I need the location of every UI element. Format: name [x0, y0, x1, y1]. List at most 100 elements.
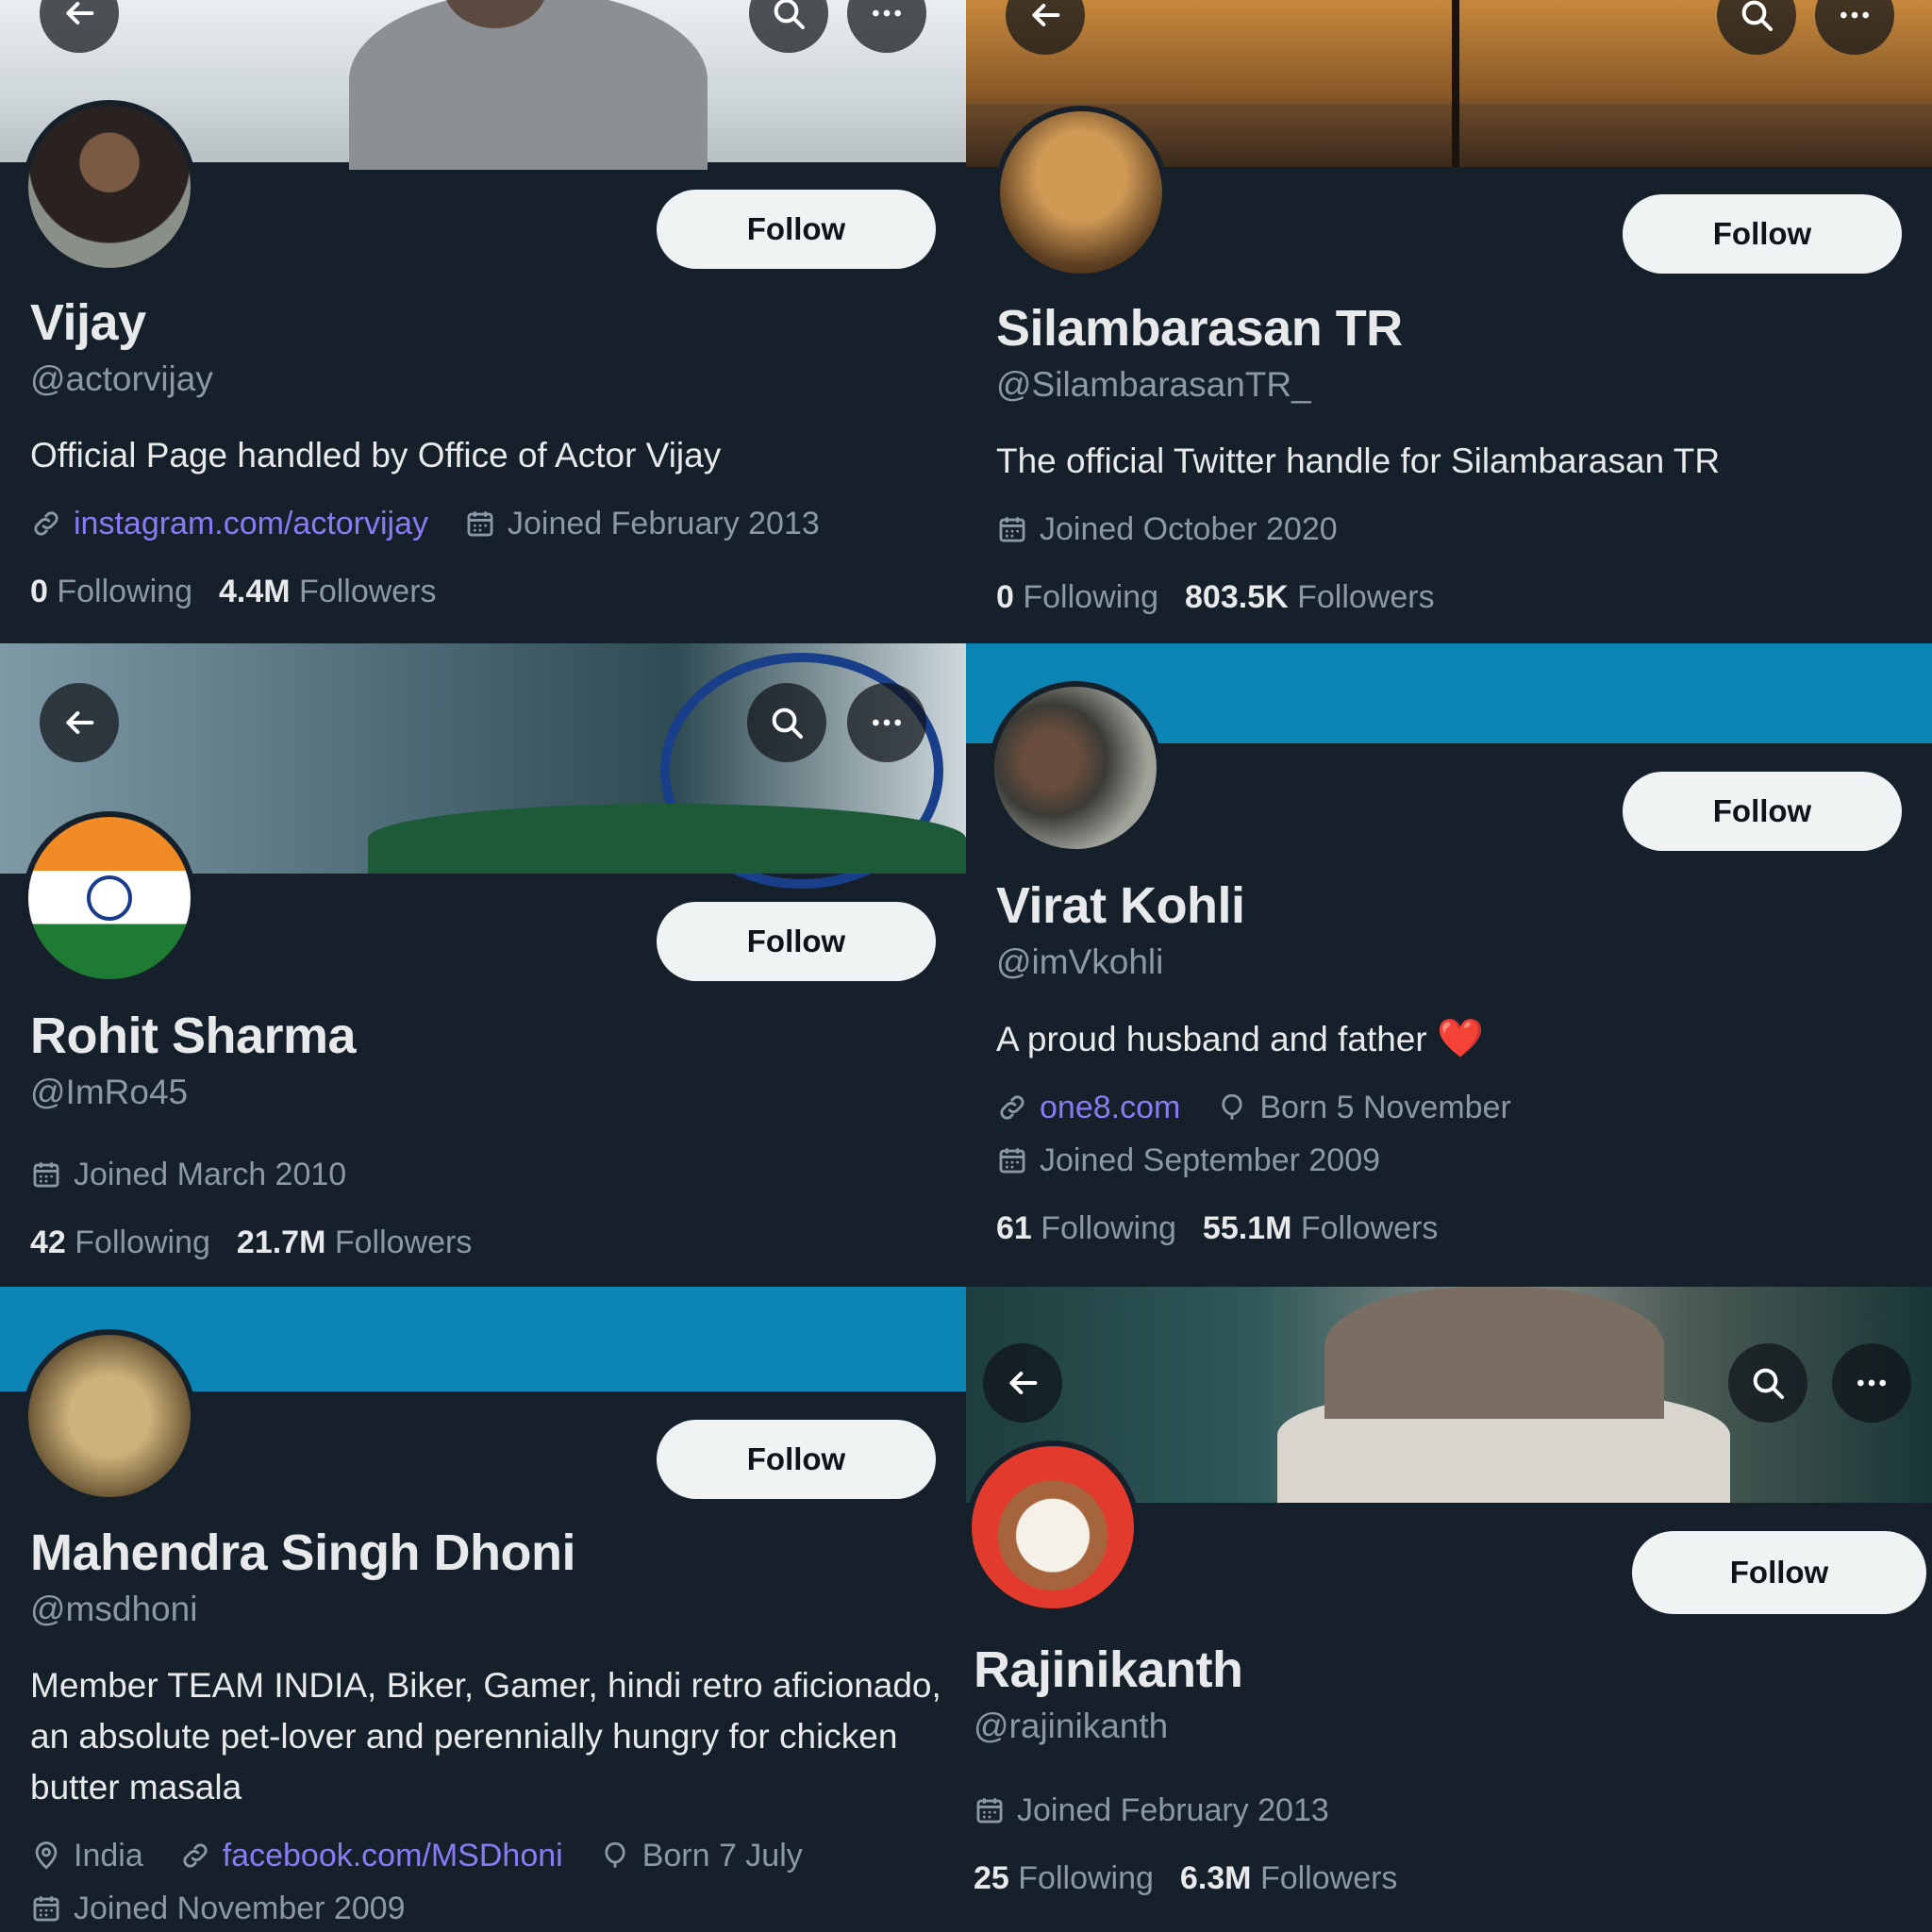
followers-count[interactable]: 803.5K Followers: [1185, 575, 1435, 619]
search-button[interactable]: [747, 683, 826, 762]
website-link[interactable]: instagram.com/actorvijay: [74, 502, 428, 545]
follow-button[interactable]: Follow: [657, 902, 936, 981]
calendar-icon: [33, 1896, 59, 1922]
display-name: Rohit Sharma: [30, 1008, 357, 1064]
following-count[interactable]: 0 Following: [30, 570, 192, 613]
join-date: Joined February 2013: [974, 1789, 1329, 1832]
profile-info: Rohit Sharma @ImRo45 Joined March 2010 4…: [30, 1002, 947, 1264]
back-button[interactable]: [983, 1343, 1062, 1423]
display-name: Mahendra Singh Dhoni: [30, 1524, 576, 1581]
profile-meta: Joined March 2010: [30, 1153, 947, 1196]
follow-stats: 42 Following 21.7M Followers: [30, 1221, 947, 1264]
followers-count[interactable]: 55.1M Followers: [1203, 1207, 1438, 1250]
heart-emoji: ❤️: [1436, 1018, 1484, 1059]
follow-button[interactable]: Follow: [657, 190, 936, 269]
website-link[interactable]: one8.com: [1040, 1086, 1180, 1129]
birthday: Born 7 July: [599, 1834, 803, 1877]
website[interactable]: one8.com: [996, 1086, 1180, 1129]
join-date: Joined February 2013: [464, 502, 820, 545]
location: India: [30, 1834, 143, 1877]
follow-button[interactable]: Follow: [1632, 1531, 1926, 1614]
more-icon: [1857, 1379, 1886, 1387]
calendar-icon: [999, 1148, 1025, 1174]
avatar[interactable]: [23, 1329, 196, 1503]
username: @imVkohli: [996, 942, 1164, 981]
profile-panel-dhoni: Follow Mahendra Singh Dhoni @msdhoni Mem…: [0, 1287, 966, 1932]
follow-stats: 25 Following 6.3M Followers: [974, 1857, 1913, 1900]
follow-button[interactable]: Follow: [1623, 194, 1902, 274]
following-count[interactable]: 25 Following: [974, 1857, 1154, 1900]
profile-meta: one8.com Born 5 November: [996, 1086, 1913, 1129]
avatar[interactable]: [23, 811, 196, 985]
calendar-icon: [976, 1798, 1003, 1824]
bio: Member TEAM INDIA, Biker, Gamer, hindi r…: [30, 1666, 941, 1807]
back-arrow-icon: [1009, 1372, 1038, 1394]
follow-stats: 61 Following 55.1M Followers: [996, 1207, 1913, 1250]
follow-button[interactable]: Follow: [657, 1420, 936, 1499]
join-date: Joined March 2010: [30, 1153, 346, 1196]
profile-info: Mahendra Singh Dhoni @msdhoni Member TEA…: [30, 1519, 947, 1930]
balloon-icon: [605, 1841, 625, 1868]
website[interactable]: facebook.com/MSDhoni: [179, 1834, 563, 1877]
username: @actorvijay: [30, 359, 213, 398]
back-arrow-icon: [1032, 4, 1060, 26]
profile-meta: India facebook.com/MSDhoni Born 7 July: [30, 1834, 947, 1877]
profile-panel-rohit: Follow Rohit Sharma @ImRo45 Joined March…: [0, 643, 966, 1287]
profile-panel-vijay: Follow Vijay @actorvijay Official Page h…: [0, 0, 966, 643]
profile-panel-rajinikanth: Follow Rajinikanth @rajinikanth Joined F…: [966, 1287, 1932, 1932]
following-count[interactable]: 42 Following: [30, 1221, 210, 1264]
more-button[interactable]: [1832, 1343, 1911, 1423]
back-button[interactable]: [40, 683, 119, 762]
bio: Official Page handled by Office of Actor…: [30, 436, 722, 475]
profile-meta-2: Joined November 2009: [30, 1887, 947, 1930]
display-name: Rajinikanth: [974, 1641, 1243, 1698]
avatar[interactable]: [966, 1441, 1140, 1614]
profile-panel-virat: Follow Virat Kohli @imVkohli A proud hus…: [966, 643, 1932, 1287]
birthday: Born 5 November: [1216, 1086, 1511, 1129]
followers-count[interactable]: 21.7M Followers: [237, 1221, 472, 1264]
profile-panel-silambarasan: Follow Silambarasan TR @SilambarasanTR_ …: [966, 0, 1932, 643]
avatar[interactable]: [989, 681, 1162, 855]
join-date: Joined October 2020: [996, 508, 1338, 551]
follow-stats: 0 Following 4.4M Followers: [30, 570, 947, 613]
username: @rajinikanth: [974, 1707, 1169, 1745]
following-count[interactable]: 61 Following: [996, 1207, 1176, 1250]
search-icon: [774, 0, 805, 29]
follow-stats: 0 Following 803.5K Followers: [996, 575, 1913, 619]
search-icon: [1741, 0, 1773, 31]
username: @ImRo45: [30, 1073, 189, 1111]
join-date: Joined September 2009: [996, 1139, 1380, 1182]
profile-meta-2: Joined September 2009: [996, 1139, 1913, 1182]
search-icon: [772, 708, 803, 739]
location-icon: [35, 1841, 58, 1870]
profiles-collage: Follow Vijay @actorvijay Official Page h…: [0, 0, 1932, 1932]
back-arrow-icon: [66, 2, 94, 25]
follow-button[interactable]: Follow: [1623, 772, 1902, 851]
profile-info: Virat Kohli @imVkohli A proud husband an…: [996, 872, 1913, 1250]
avatar[interactable]: [994, 106, 1168, 279]
search-button[interactable]: [1728, 1343, 1807, 1423]
profile-info: Silambarasan TR @SilambarasanTR_ The off…: [996, 294, 1913, 619]
profile-info: Vijay @actorvijay Official Page handled …: [30, 289, 947, 613]
following-count[interactable]: 0 Following: [996, 575, 1158, 619]
back-arrow-icon: [66, 711, 94, 734]
display-name: Virat Kohli: [996, 877, 1245, 934]
more-button[interactable]: [847, 683, 926, 762]
website-link[interactable]: facebook.com/MSDhoni: [223, 1834, 563, 1877]
more-icon: [873, 719, 901, 726]
more-icon: [1840, 11, 1869, 19]
followers-count[interactable]: 6.3M Followers: [1180, 1857, 1398, 1900]
link-icon: [183, 1843, 208, 1868]
profile-meta: Joined October 2020: [996, 508, 1913, 551]
profile-info: Rajinikanth @rajinikanth Joined February…: [974, 1636, 1913, 1900]
website[interactable]: instagram.com/actorvijay: [30, 502, 428, 545]
more-icon: [873, 9, 901, 17]
calendar-icon: [467, 511, 493, 537]
link-icon: [1000, 1095, 1024, 1120]
profile-meta: Joined February 2013: [974, 1789, 1913, 1832]
followers-count[interactable]: 4.4M Followers: [219, 570, 437, 613]
display-name: Vijay: [30, 294, 146, 351]
display-name: Silambarasan TR: [996, 300, 1403, 357]
avatar[interactable]: [23, 100, 196, 274]
username: @msdhoni: [30, 1590, 198, 1628]
